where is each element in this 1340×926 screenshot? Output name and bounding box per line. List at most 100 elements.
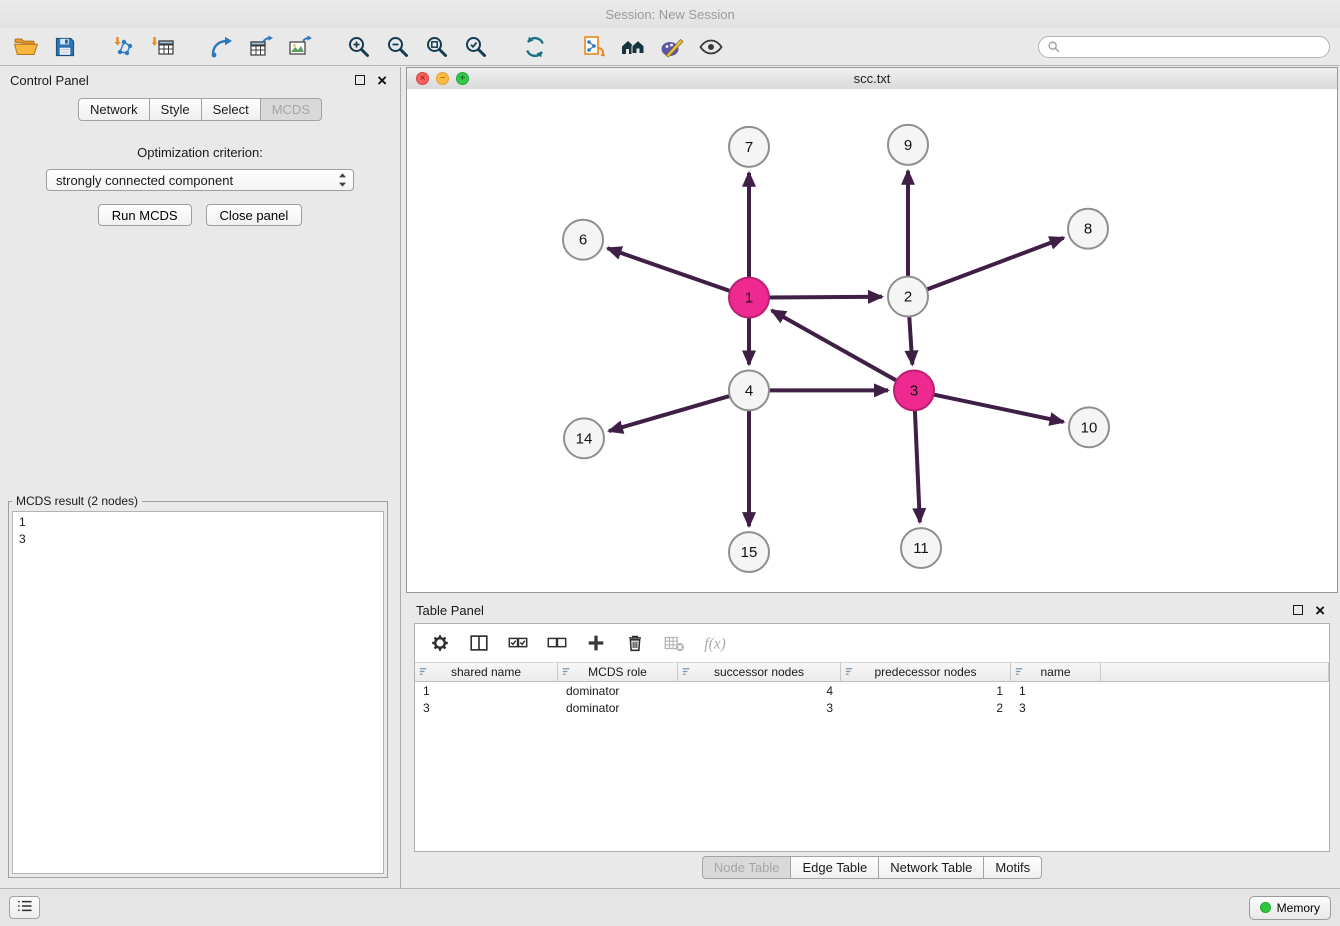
column-sort-icon xyxy=(418,666,429,680)
memory-button-label: Memory xyxy=(1277,901,1320,915)
style-icon[interactable] xyxy=(656,32,688,62)
tab-select[interactable]: Select xyxy=(201,98,261,121)
node-10[interactable]: 10 xyxy=(1069,407,1109,447)
table-row[interactable]: 1dominator411 xyxy=(415,682,1329,699)
maximize-window-icon[interactable]: + xyxy=(456,72,469,85)
settings-gear-icon[interactable] xyxy=(429,630,451,656)
add-row-icon[interactable] xyxy=(585,630,607,656)
tab-motifs[interactable]: Motifs xyxy=(983,856,1042,879)
table-toolbar: f(x) xyxy=(415,624,1329,662)
export-network-icon[interactable] xyxy=(206,32,238,62)
edge-2-3[interactable] xyxy=(909,317,912,365)
network-view-titlebar: × − + scc.txt xyxy=(407,68,1337,90)
memory-button[interactable]: Memory xyxy=(1249,896,1331,920)
column-header-shared-name[interactable]: shared name xyxy=(415,662,558,682)
tab-style[interactable]: Style xyxy=(149,98,202,121)
search-icon xyxy=(1047,40,1061,54)
refresh-icon[interactable] xyxy=(519,32,551,62)
float-panel-icon[interactable] xyxy=(355,75,365,85)
optimization-criterion-label: Optimization criterion: xyxy=(0,145,400,160)
table-panel-tabs: Node TableEdge TableNetwork TableMotifs xyxy=(406,856,1338,879)
import-table-icon[interactable] xyxy=(147,32,179,62)
home-icon[interactable] xyxy=(617,32,649,62)
node-1[interactable]: 1 xyxy=(729,278,769,318)
tab-network[interactable]: Network xyxy=(78,98,150,121)
select-all-icon[interactable] xyxy=(507,630,529,656)
edge-2-8[interactable] xyxy=(927,238,1064,290)
show-columns-icon[interactable] xyxy=(468,630,490,656)
zoom-out-icon[interactable] xyxy=(382,32,414,62)
node-2[interactable]: 2 xyxy=(888,277,928,317)
column-header-name[interactable]: name xyxy=(1011,662,1101,682)
node-6[interactable]: 6 xyxy=(563,220,603,260)
edge-3-1[interactable] xyxy=(772,310,897,380)
eye-icon[interactable] xyxy=(695,32,727,62)
close-panel-icon[interactable]: × xyxy=(377,72,387,89)
svg-text:1: 1 xyxy=(745,290,753,307)
chevron-updown-icon xyxy=(337,171,348,189)
node-14[interactable]: 14 xyxy=(564,418,604,458)
edge-4-14[interactable] xyxy=(609,396,730,431)
save-icon[interactable] xyxy=(49,32,81,62)
mcds-result-list[interactable]: 13 xyxy=(12,511,384,874)
column-header-predecessor-nodes[interactable]: predecessor nodes xyxy=(841,662,1011,682)
zoom-fit-icon[interactable] xyxy=(421,32,453,62)
tab-mcds[interactable]: MCDS xyxy=(260,98,322,121)
tab-node-table[interactable]: Node Table xyxy=(702,856,792,879)
edge-3-11[interactable] xyxy=(915,410,920,522)
column-header-mcds-role[interactable]: MCDS role xyxy=(558,662,678,682)
network-view-title: scc.txt xyxy=(854,71,891,86)
optimization-criterion-select[interactable]: strongly connected component xyxy=(46,169,354,191)
close-panel-icon[interactable]: × xyxy=(1315,602,1325,619)
import-network-icon[interactable] xyxy=(108,32,140,62)
deselect-all-icon[interactable] xyxy=(546,630,568,656)
mcds-result-value: 1 xyxy=(19,514,377,531)
close-panel-button[interactable]: Close panel xyxy=(206,204,303,226)
mcds-result-title: MCDS result (2 nodes) xyxy=(12,494,142,508)
minimize-window-icon[interactable]: − xyxy=(436,72,449,85)
node-9[interactable]: 9 xyxy=(888,125,928,165)
copy-network-icon[interactable] xyxy=(578,32,610,62)
export-table-icon[interactable] xyxy=(245,32,277,62)
node-8[interactable]: 8 xyxy=(1068,209,1108,249)
float-panel-icon[interactable] xyxy=(1293,605,1303,615)
svg-text:2: 2 xyxy=(904,289,912,306)
column-sort-icon xyxy=(1014,666,1025,680)
node-3[interactable]: 3 xyxy=(894,370,934,410)
tab-edge-table[interactable]: Edge Table xyxy=(790,856,879,879)
task-list-button[interactable] xyxy=(9,896,40,919)
tab-network-table[interactable]: Network Table xyxy=(878,856,984,879)
svg-text:9: 9 xyxy=(904,137,912,154)
column-header-successor-nodes[interactable]: successor nodes xyxy=(678,662,841,682)
svg-text:15: 15 xyxy=(741,544,758,561)
svg-text:8: 8 xyxy=(1084,221,1092,238)
list-icon xyxy=(16,899,34,916)
search-input[interactable] xyxy=(1066,39,1321,55)
node-11[interactable]: 11 xyxy=(901,528,941,568)
run-mcds-button[interactable]: Run MCDS xyxy=(98,204,192,226)
node-table-content: f(x) shared nameMCDS rolesuccessor nodes… xyxy=(414,623,1330,852)
zoom-in-icon[interactable] xyxy=(343,32,375,62)
svg-text:6: 6 xyxy=(579,232,587,249)
edge-1-6[interactable] xyxy=(608,248,731,291)
delete-row-icon[interactable] xyxy=(624,630,646,656)
table-row[interactable]: 3dominator323 xyxy=(415,699,1329,716)
edge-3-10[interactable] xyxy=(934,395,1064,422)
node-4[interactable]: 4 xyxy=(729,370,769,410)
column-sort-icon xyxy=(681,666,692,680)
export-image-icon[interactable] xyxy=(284,32,316,62)
window-title: Session: New Session xyxy=(605,7,734,22)
open-folder-icon[interactable] xyxy=(10,32,42,62)
table-panel-header: Table Panel × xyxy=(406,597,1338,623)
network-canvas[interactable]: 7 9 6 8 1 2 4 3 14 10 15 11 xyxy=(407,89,1337,592)
edge-1-2[interactable] xyxy=(769,297,882,298)
svg-text:3: 3 xyxy=(910,382,918,399)
control-panel-title: Control Panel xyxy=(10,73,89,88)
mcds-result-value: 3 xyxy=(19,531,377,548)
node-15[interactable]: 15 xyxy=(729,532,769,572)
search-field[interactable] xyxy=(1038,36,1330,58)
zoom-selected-icon[interactable] xyxy=(460,32,492,62)
node-7[interactable]: 7 xyxy=(729,127,769,167)
network-view-window: × − + scc.txt 7 9 6 8 1 2 4 3 14 10 15 11 xyxy=(406,67,1338,593)
close-window-icon[interactable]: × xyxy=(416,72,429,85)
